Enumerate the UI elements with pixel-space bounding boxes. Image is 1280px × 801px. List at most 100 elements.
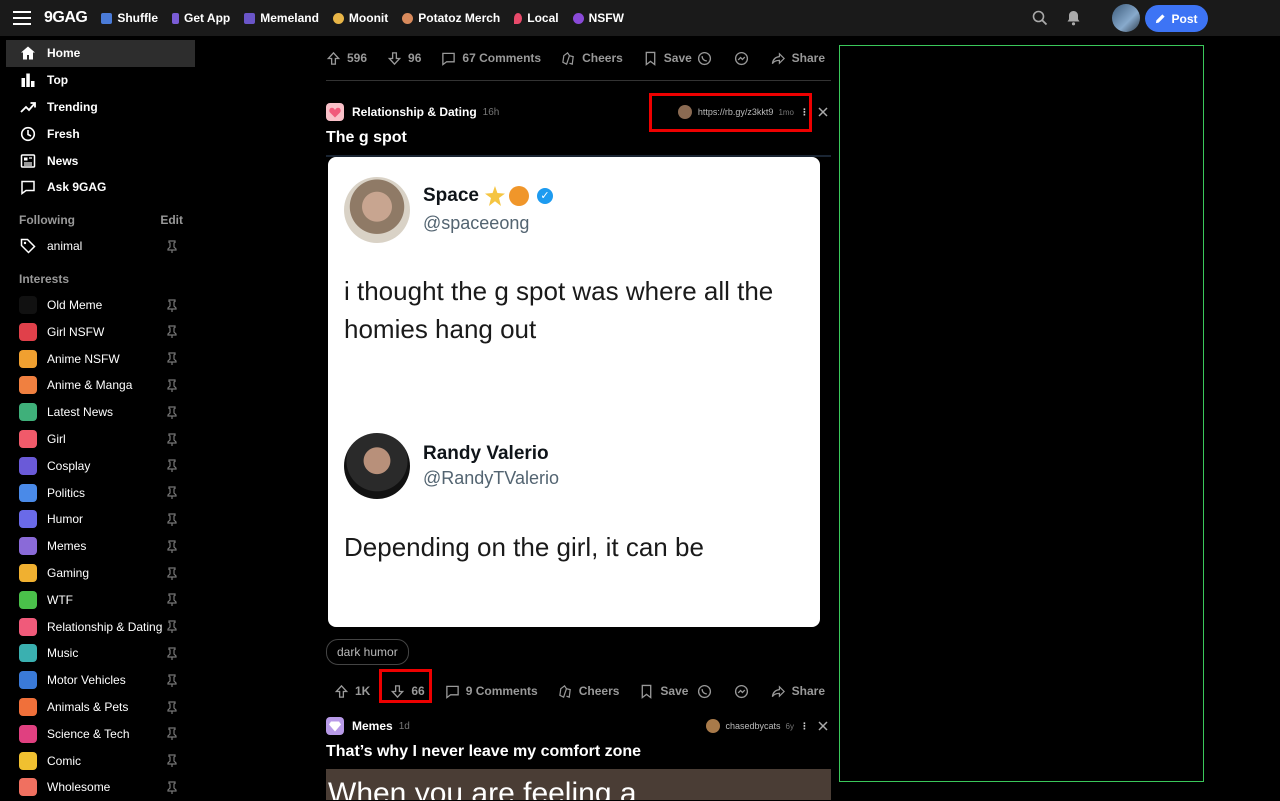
pin-icon[interactable]: [166, 620, 178, 634]
sidebar-item-top[interactable]: Top: [0, 67, 200, 94]
pin-icon[interactable]: [166, 566, 178, 580]
pin-icon[interactable]: [166, 406, 178, 419]
pin-icon[interactable]: [166, 647, 178, 660]
user-avatar[interactable]: [1112, 4, 1140, 32]
upvote-button[interactable]: 1K: [334, 684, 370, 699]
post-image[interactable]: Space ✓ @spaceeong i thought the g spot …: [326, 155, 831, 627]
nav-moonit[interactable]: Moonit: [332, 11, 388, 25]
whatsapp-button[interactable]: [697, 684, 718, 699]
post-image[interactable]: When you are feeling a: [326, 769, 831, 800]
edit-following-button[interactable]: Edit: [160, 213, 183, 227]
menu-icon[interactable]: [0, 0, 44, 36]
logo[interactable]: 9GAG: [44, 9, 88, 27]
category-icon: [19, 644, 37, 663]
sidebar-item-trending[interactable]: Trending: [0, 94, 200, 121]
sidebar-item-interest[interactable]: Latest News: [0, 399, 200, 426]
share-button[interactable]: Share: [771, 684, 825, 699]
upvote-button[interactable]: 596: [326, 51, 367, 66]
category-icon: [19, 563, 37, 582]
share-button[interactable]: Share: [771, 51, 825, 66]
nav-memeland[interactable]: Memeland: [244, 11, 319, 25]
shuffle-icon: [101, 12, 113, 24]
sidebar-item-interest[interactable]: Humor: [0, 506, 200, 533]
sidebar-item-interest[interactable]: Old Meme: [0, 292, 200, 319]
post-section[interactable]: Memes: [352, 719, 393, 733]
pin-icon[interactable]: [166, 459, 178, 473]
sidebar-item-interest[interactable]: Comic: [0, 747, 200, 774]
sidebar-item-interest[interactable]: Science & Tech: [0, 720, 200, 747]
messenger-button[interactable]: [734, 51, 755, 66]
pin-icon[interactable]: [166, 674, 178, 687]
sidebar-item-animal[interactable]: animal: [0, 233, 200, 260]
pin-icon[interactable]: [166, 325, 178, 339]
more-options-icon[interactable]: ⋮: [800, 721, 809, 732]
messenger-button[interactable]: [734, 684, 755, 699]
post-title[interactable]: That’s why I never leave my comfort zone: [326, 743, 831, 761]
sidebar-item-interest[interactable]: Wholesome: [0, 774, 200, 801]
nav-get-app[interactable]: Get App: [172, 11, 230, 25]
sidebar-item-interest[interactable]: Gaming: [0, 560, 200, 587]
sidebar-item-interest[interactable]: Animals & Pets: [0, 694, 200, 721]
chat-icon: [19, 178, 37, 196]
category-icon: [19, 724, 37, 743]
search-icon[interactable]: [1032, 10, 1048, 31]
pin-icon[interactable]: [166, 352, 178, 366]
pin-icon[interactable]: [166, 379, 178, 392]
pin-icon[interactable]: [166, 540, 178, 553]
cheers-button[interactable]: Cheers: [561, 51, 623, 66]
heart-icon[interactable]: [326, 103, 344, 121]
sidebar-item-interest[interactable]: Cosplay: [0, 452, 200, 479]
sidebar-item-interest[interactable]: Girl NSFW: [0, 318, 200, 345]
sidebar-item-interest[interactable]: WTF: [0, 586, 200, 613]
sidebar-item-interest[interactable]: Girl: [0, 426, 200, 453]
sidebar-item-home[interactable]: Home: [6, 40, 195, 67]
pin-icon[interactable]: [166, 700, 178, 714]
sidebar-item-ask-9gag[interactable]: Ask 9GAG: [0, 174, 200, 201]
whatsapp-button[interactable]: [697, 51, 718, 66]
pin-icon[interactable]: [166, 486, 178, 500]
post-button[interactable]: Post: [1145, 5, 1208, 32]
messenger-icon: [734, 51, 748, 65]
tweet-screenshot: Space ✓ @spaceeong i thought the g spot …: [328, 157, 820, 627]
post-author[interactable]: chasedbycats 6y ⋮: [705, 719, 809, 733]
sidebar-item-interest[interactable]: Music: [0, 640, 200, 667]
arrow-up-icon: [326, 51, 341, 65]
nav-nsfw[interactable]: NSFW: [572, 11, 624, 25]
close-icon[interactable]: [817, 720, 829, 732]
downvote-button[interactable]: 96: [387, 51, 421, 66]
post-section[interactable]: Relationship & Dating: [352, 105, 477, 119]
sidebar-item-news[interactable]: News: [0, 147, 200, 174]
comments-button[interactable]: 9 Comments: [445, 684, 538, 699]
star-emoji-icon: [484, 186, 505, 206]
sidebar-item-interest[interactable]: Politics: [0, 479, 200, 506]
bell-icon[interactable]: [1066, 10, 1081, 31]
cheers-button[interactable]: Cheers: [558, 684, 619, 699]
comments-button[interactable]: 67 Comments: [441, 51, 541, 66]
sidebar-item-interest[interactable]: Relationship & Dating: [0, 613, 200, 640]
nav-local[interactable]: Local: [514, 11, 559, 25]
pin-icon[interactable]: [166, 298, 178, 312]
diamond-icon[interactable]: [326, 717, 344, 735]
category-icon: [19, 295, 37, 314]
bookmark-icon: [642, 684, 652, 699]
sidebar-item-interest[interactable]: Motor Vehicles: [0, 667, 200, 694]
nav-shuffle[interactable]: Shuffle: [101, 11, 158, 25]
whatsapp-icon: [697, 51, 711, 65]
pin-icon[interactable]: [166, 727, 178, 741]
pin-icon[interactable]: [166, 754, 178, 768]
tweet-name: Space: [423, 185, 479, 206]
pin-icon[interactable]: [166, 513, 178, 526]
pin-icon[interactable]: [166, 432, 178, 446]
close-icon[interactable]: [817, 106, 829, 118]
sidebar-item-interest[interactable]: Anime NSFW: [0, 345, 200, 372]
pin-icon[interactable]: [166, 593, 178, 607]
pin-icon[interactable]: [166, 781, 178, 794]
pin-icon[interactable]: [166, 240, 178, 253]
nav-potatoz-merch[interactable]: Potatoz Merch: [402, 11, 500, 25]
right-panel: [839, 45, 1204, 782]
sidebar-item-interest[interactable]: Anime & Manga: [0, 372, 200, 399]
sidebar-item-interest[interactable]: Memes: [0, 533, 200, 560]
home-icon: [19, 44, 37, 62]
sidebar-item-fresh[interactable]: Fresh: [0, 120, 200, 147]
tag-chip[interactable]: dark humor: [326, 639, 409, 665]
